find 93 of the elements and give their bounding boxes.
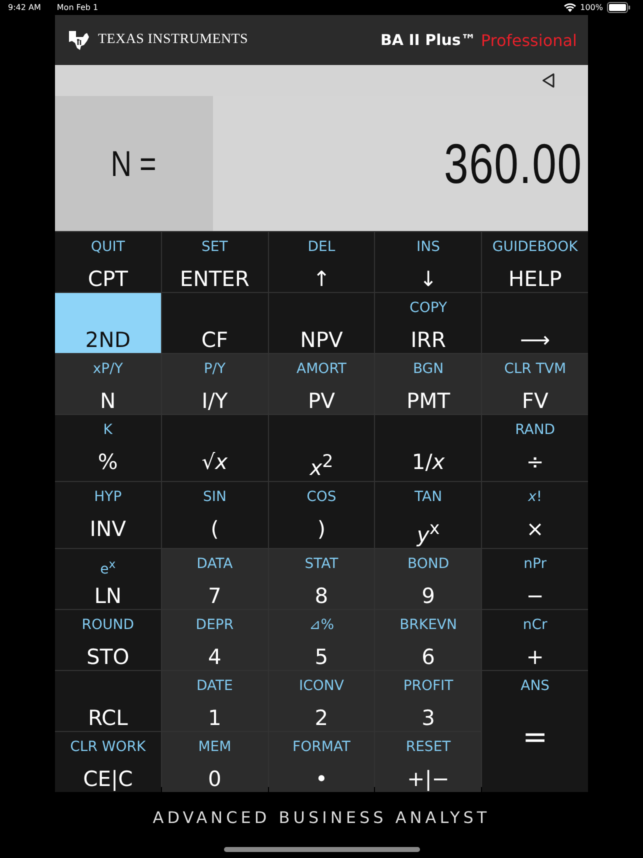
calculator-key[interactable]: x! × [482,482,588,548]
second-function-label: DEL [308,238,336,256]
calculator-key[interactable]: INS ↓ [375,232,482,292]
second-function-label: ⊿% [308,616,334,634]
second-function-label: RAND [515,421,556,439]
calculator-key[interactable]: ⊿% 5 [268,610,374,670]
second-function-label: DEPR [196,616,234,634]
brand-name: TEXAS INSTRUMENTS [98,32,248,48]
second-function-label: BOND [407,555,450,573]
calculator-key[interactable]: AMORT PV [268,354,374,414]
calculator-key[interactable]: COS ) [268,482,374,548]
calculator-key[interactable]: GUIDEBOOK HELP [482,232,588,292]
calculator-key[interactable]: ICONV 2 [268,671,374,731]
calculator-key[interactable]: CF [162,293,268,353]
calculator-key[interactable]: 1/x [375,415,482,481]
calculator-key[interactable]: DEPR 4 [162,610,268,670]
second-function-label: P/Y [204,360,226,378]
calculator-key[interactable]: ANS = [482,671,588,792]
battery-percent: 100% [580,3,603,12]
model-name: BA II Plus™ [380,31,476,49]
calculator-key[interactable]: QUIT CPT [55,232,161,292]
calculator-key[interactable]: RCL [55,671,161,731]
second-function-label: K [103,421,112,439]
calculator-key[interactable]: ⟶ [482,293,588,353]
edition-name: Professional [480,30,577,50]
calculator-key[interactable]: RAND ÷ [482,415,588,481]
calculator-key[interactable]: SIN ( [162,482,268,548]
calculator-key[interactable]: BOND 9 [375,549,482,609]
calculator-key[interactable]: STAT 8 [268,549,374,609]
second-function-label: SET [202,238,228,256]
logo-icon [67,29,91,51]
calculator-key[interactable]: SET ENTER [162,232,268,292]
second-function-label: DATE [196,677,233,695]
calculator-key[interactable]: TAN y$^{x}$ [375,482,482,548]
second-function-label: RESET [406,738,451,756]
calculator-key[interactable]: ROUND STO [55,610,161,670]
calculator-key[interactable]: DEL ↑ [268,232,374,292]
second-function-label: COPY [410,299,448,317]
variable-label: N = [111,142,157,184]
calculator-key[interactable]: RESET +|− [375,732,482,792]
second-function-label: BGN [412,360,444,378]
second-function-label: SIN [202,488,226,506]
battery-icon [607,2,631,13]
calculator-key[interactable]: BGN PMT [375,354,482,414]
second-function-label: MEM [198,738,232,756]
calculator-key[interactable]: PROFIT 3 [375,671,482,731]
calculator-key[interactable]: HYP INV [55,482,161,548]
second-function-label: AMORT [296,360,346,378]
second-function-label: BRKEVN [400,616,457,634]
second-function-label: FORMAT [292,738,350,756]
second-function-label: x! [528,488,542,506]
calculator-key[interactable]: nCr + [482,610,588,670]
second-function-label: ROUND [82,616,134,634]
status-date: Mon Feb 1 [56,3,98,12]
second-function-label: ICONV [299,677,344,695]
calculator-key[interactable]: MEM 0 [162,732,268,792]
second-function-label: GUIDEBOOK [492,238,578,256]
second-function-label: QUIT [90,238,125,256]
second-function-label: INS [416,238,440,256]
second-function-label: nCr [522,616,548,634]
calculator-key[interactable]: √x [162,415,268,481]
calculator-key[interactable]: x$^{2}$ [268,415,374,481]
calculator-key[interactable]: DATE 1 [162,671,268,731]
display-value: 360.00 [444,131,582,196]
calculator-key[interactable]: P/Y I/Y [162,354,268,414]
calculator-key[interactable]: 2ND [55,293,161,353]
calculator-key[interactable]: CLR TVM FV [482,354,588,414]
calculator-key[interactable]: xP/Y N [55,354,161,414]
calculator-key[interactable]: DATA 7 [162,549,268,609]
calculator-key[interactable]: NPV [268,293,374,353]
calculator-key[interactable]: BRKEVN 6 [375,610,482,670]
calculator-key[interactable]: FORMAT • [268,732,374,792]
second-function-label: e$^{x}$ [100,556,116,573]
tagline: ADVANCED BUSINESS ANALYST [152,808,490,826]
second-function-label: TAN [414,488,442,506]
second-function-label: ANS [520,677,550,695]
backspace-icon[interactable] [542,73,555,88]
second-function-label: STAT [304,555,338,573]
second-function-label: PROFIT [403,677,454,695]
calculator-key[interactable]: nPr − [482,549,588,609]
second-function-label: COS [306,488,336,506]
calculator-key[interactable]: e$^{x}$ LN [55,549,161,609]
second-function-label: DATA [196,555,233,573]
second-function-label: HYP [94,488,122,506]
wifi-icon [564,3,576,12]
second-function-label: nPr [524,555,546,573]
calculator-key[interactable]: K % [55,415,161,481]
status-time: 9:42 AM [8,3,41,12]
calculator-key[interactable]: CLR WORK CE|C [55,732,161,792]
second-function-label: xP/Y [92,360,123,378]
second-function-label: CLR TVM [504,360,566,378]
calculator-key[interactable]: COPY IRR [375,293,482,353]
second-function-label: CLR WORK [70,738,146,756]
